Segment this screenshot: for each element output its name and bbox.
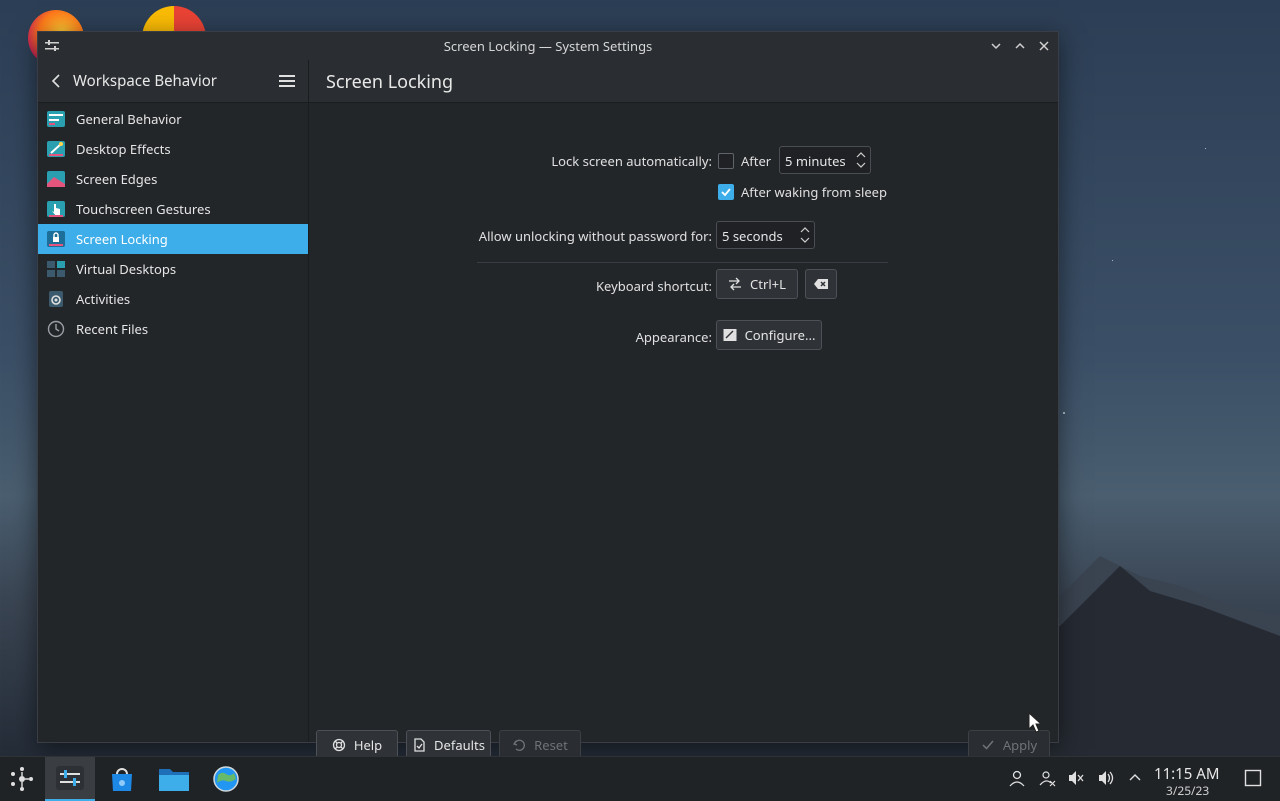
sidebar-item-label: Screen Locking	[76, 230, 168, 248]
separator	[477, 262, 888, 263]
star	[1112, 260, 1113, 261]
sidebar-item-label: Activities	[76, 290, 131, 308]
unlock-spinbox[interactable]: 5 seconds	[716, 221, 815, 249]
minimize-button[interactable]	[987, 37, 1005, 55]
sidebar-item-general-behavior[interactable]: General Behavior	[38, 104, 308, 134]
close-button[interactable]	[1035, 37, 1053, 55]
maximize-button[interactable]	[1011, 37, 1029, 55]
hamburger-menu-icon[interactable]	[278, 72, 296, 90]
clear-shortcut-button[interactable]	[805, 269, 837, 299]
chevron-up-icon	[1015, 42, 1025, 49]
window-titlebar[interactable]: Screen Locking — System Settings	[38, 32, 1058, 60]
page-title: Screen Locking	[326, 70, 454, 94]
after-waking-label: After waking from sleep	[741, 183, 887, 201]
virtual-desktops-icon	[46, 260, 66, 278]
taskbar-browser[interactable]	[202, 757, 250, 801]
general-behavior-icon	[46, 110, 66, 128]
sidebar-item-desktop-effects[interactable]: Desktop Effects	[38, 134, 308, 164]
activities-icon	[46, 290, 66, 308]
backspace-icon	[814, 279, 828, 289]
undo-icon	[512, 738, 526, 752]
sidebar-item-label: Desktop Effects	[76, 140, 171, 158]
sidebar-item-recent-files[interactable]: Recent Files	[38, 314, 308, 344]
after-waking-checkbox[interactable]	[718, 184, 734, 200]
folder-icon	[159, 769, 189, 791]
checkmark-icon	[981, 738, 995, 752]
mouse-cursor-icon	[1028, 712, 1042, 733]
sidebar-item-screen-locking[interactable]: Screen Locking	[38, 224, 308, 254]
lock-auto-label: Lock screen automatically:	[551, 152, 712, 170]
clock-time[interactable]: 11:15 AM	[1154, 764, 1219, 784]
settings-app-icon	[45, 40, 59, 51]
reset-label: Reset	[534, 736, 568, 754]
chevron-up-icon[interactable]	[1126, 769, 1144, 787]
sidebar-item-virtual-desktops[interactable]: Virtual Desktops	[38, 254, 308, 284]
help-icon	[332, 738, 346, 752]
discover-store-icon	[112, 768, 132, 791]
taskbar: 11:15 AM 3/25/23	[0, 756, 1280, 801]
sidebar-list: General Behavior Desktop Effects Screen …	[38, 103, 308, 344]
apply-label: Apply	[1002, 736, 1038, 754]
lock-after-spinbox[interactable]: 5 minutes	[779, 146, 871, 174]
configure-icon	[723, 328, 737, 342]
user-switch-icon[interactable]	[1038, 769, 1056, 787]
lock-after-checkbox[interactable]	[718, 153, 734, 169]
application-launcher-button[interactable]	[0, 757, 44, 801]
unlock-label: Allow unlocking without password for:	[478, 227, 712, 245]
sidebar: Workspace Behavior General Behavior Desk…	[38, 60, 309, 742]
defaults-icon	[412, 738, 426, 752]
help-label: Help	[353, 736, 383, 754]
system-settings-window: Screen Locking — System Settings Workspa…	[37, 31, 1059, 760]
globe-icon	[213, 766, 239, 792]
configure-button[interactable]: Configure...	[716, 320, 822, 350]
shortcut-config-icon	[728, 277, 742, 291]
shortcut-value: Ctrl+L	[750, 275, 786, 293]
sidebar-header: Workspace Behavior	[38, 60, 308, 103]
star	[1063, 412, 1065, 414]
taskbar-discover[interactable]	[98, 757, 146, 801]
taskbar-system-settings[interactable]	[45, 757, 95, 801]
lock-after-value: 5 minutes	[785, 152, 846, 170]
spin-arrows-icon[interactable]	[800, 225, 810, 245]
sidebar-item-screen-edges[interactable]: Screen Edges	[38, 164, 308, 194]
clock-date[interactable]: 3/25/23	[1166, 782, 1209, 799]
close-icon	[1039, 41, 1049, 51]
sidebar-title: Workspace Behavior	[73, 71, 217, 91]
back-button[interactable]	[48, 72, 66, 90]
sidebar-item-label: General Behavior	[76, 110, 182, 128]
touchscreen-gestures-icon	[46, 200, 66, 218]
spin-arrows-icon[interactable]	[856, 150, 866, 170]
speaker-muted-icon[interactable]	[1067, 769, 1085, 787]
main-panel: Screen Locking Lock screen automatically…	[309, 60, 1058, 760]
show-desktop-icon[interactable]	[1244, 769, 1262, 787]
defaults-label: Defaults	[434, 736, 485, 754]
window-title: Screen Locking — System Settings	[443, 37, 653, 55]
clock-icon	[46, 320, 66, 338]
star	[1205, 148, 1206, 149]
sidebar-item-touchscreen-gestures[interactable]: Touchscreen Gestures	[38, 194, 308, 224]
screen-locking-icon	[46, 230, 66, 248]
system-settings-icon	[56, 766, 84, 790]
checkmark-icon	[721, 188, 731, 197]
configure-label: Configure...	[744, 326, 816, 344]
user-icon[interactable]	[1008, 769, 1026, 787]
main-header: Screen Locking	[309, 60, 1058, 103]
appearance-label: Appearance:	[635, 328, 712, 346]
sidebar-item-label: Touchscreen Gestures	[76, 200, 211, 218]
sidebar-item-label: Screen Edges	[76, 170, 158, 188]
taskbar-dolphin[interactable]	[150, 757, 198, 801]
chevron-down-icon	[991, 43, 1001, 50]
shortcut-label: Keyboard shortcut:	[595, 277, 712, 295]
shortcut-button[interactable]: Ctrl+L	[716, 269, 798, 299]
screen-edges-icon	[46, 170, 66, 188]
unlock-value: 5 seconds	[722, 227, 783, 245]
volume-icon[interactable]	[1097, 769, 1115, 787]
chevron-left-icon	[51, 74, 60, 88]
app-launcher-icon	[11, 767, 33, 791]
lock-after-label: After	[741, 152, 772, 170]
desktop-effects-icon	[46, 140, 66, 158]
sidebar-item-activities[interactable]: Activities	[38, 284, 308, 314]
sidebar-item-label: Virtual Desktops	[76, 260, 177, 278]
sidebar-item-label: Recent Files	[76, 320, 149, 338]
